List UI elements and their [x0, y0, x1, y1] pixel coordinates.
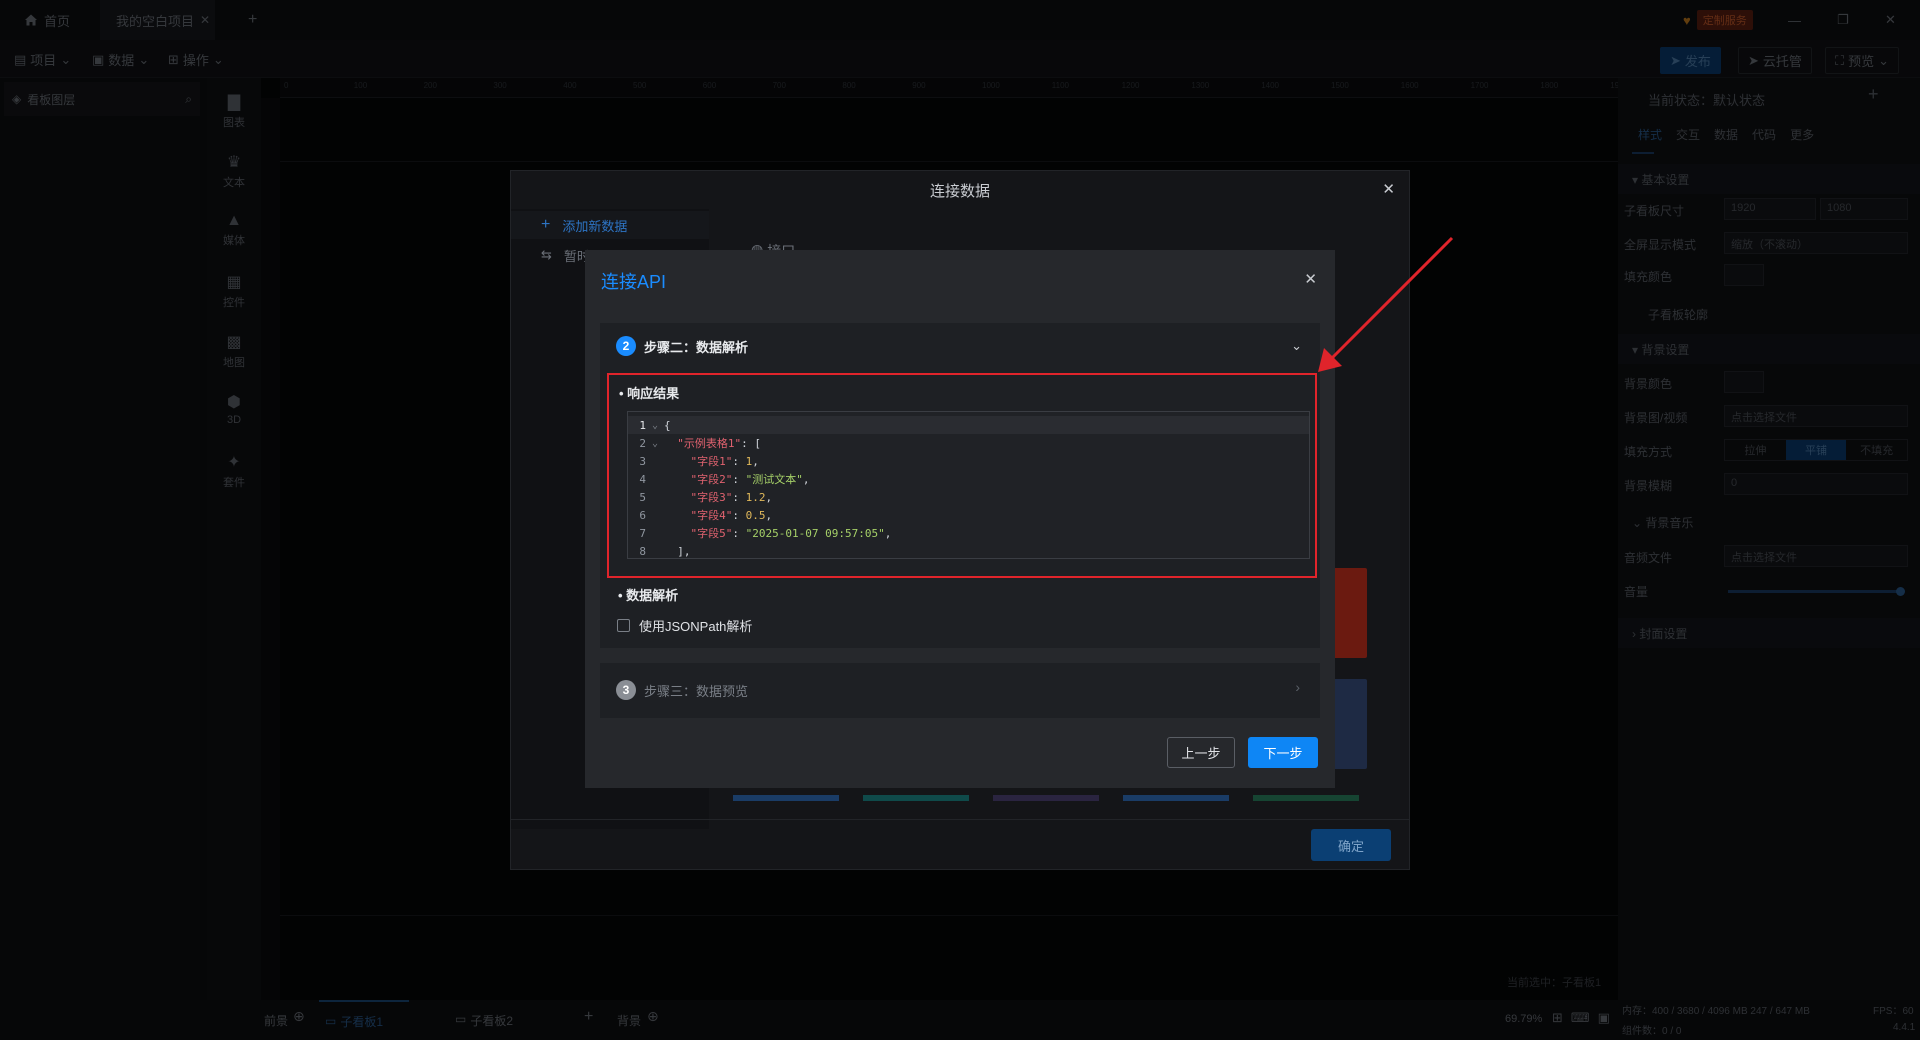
fold-icon[interactable]: ⌄ [652, 420, 664, 431]
response-code-editor[interactable]: 1 ⌄{2 ⌄ "示例表格1": [3 "字段1": 1, 4 "字段2": "测试文… [627, 411, 1310, 559]
code-line: 3 "字段1": 1, [628, 452, 1309, 470]
annotation-arrow [1318, 236, 1454, 372]
data-source-card[interactable] [733, 795, 839, 801]
json-value: "测试文本" [745, 473, 803, 486]
json-value: "2025-01-07 09:57:05" [745, 527, 885, 540]
plus-icon: + [541, 216, 551, 233]
code-content: "字段5": "2025-01-07 09:57:05", [690, 527, 892, 540]
fold-icon[interactable]: ⌄ [652, 438, 664, 449]
prev-step-button[interactable]: 上一步 [1167, 737, 1235, 768]
code-content: "字段2": "测试文本", [690, 473, 810, 486]
step2-number: 2 [616, 336, 636, 356]
code-content: "示例表格1": [ [664, 435, 761, 451]
outer-close-icon[interactable]: ✕ [1382, 180, 1395, 198]
line-number: 3 [639, 454, 646, 468]
line-number: 8 [639, 544, 646, 558]
swap-icon: ⇆ [541, 247, 552, 262]
response-label: • 响应结果 [619, 386, 680, 401]
step3-number: 3 [616, 680, 636, 700]
json-key: "字段5" [690, 527, 733, 540]
step3-card[interactable]: 3 步骤三：数据预览 › [600, 663, 1320, 718]
code-line: 6 "字段4": 0.5, [628, 506, 1309, 524]
jsonpath-checkbox[interactable] [617, 619, 630, 632]
code-punct: { [664, 418, 671, 432]
code-content: "字段3": 1.2, [690, 491, 773, 504]
parse-label-text: 数据解析 [626, 588, 679, 603]
line-number: 6 [639, 508, 646, 522]
code-content: ], [664, 544, 691, 558]
data-source-card[interactable] [1123, 795, 1229, 801]
code-line: 1 ⌄{ [628, 416, 1309, 434]
connect-data-title: 连接数据 [929, 182, 990, 200]
jsonpath-label: 使用JSONPath解析 [639, 619, 753, 634]
code-line: 2 ⌄ "示例表格1": [ [628, 434, 1309, 452]
add-new-data-label: 添加新数据 [562, 218, 628, 234]
line-number: 1 [639, 418, 646, 432]
jsonpath-option[interactable]: 使用JSONPath解析 [617, 616, 752, 635]
line-number: 7 [639, 526, 646, 540]
json-key: "示例表格1" [677, 437, 742, 450]
connect-api-title: 连接API [601, 272, 667, 292]
data-source-card[interactable] [1253, 795, 1359, 801]
chevron-right-icon[interactable]: › [1295, 679, 1300, 695]
code-content: "字段4": 0.5, [690, 509, 773, 522]
confirm-button[interactable]: 确定 [1311, 829, 1391, 861]
data-source-card[interactable] [1331, 568, 1367, 658]
json-key: "字段3" [690, 491, 733, 504]
code-punct: : [ [741, 437, 761, 450]
code-punct: ], [677, 544, 691, 558]
step3-title: 步骤三：数据预览 [644, 683, 749, 699]
line-number: 4 [639, 472, 646, 486]
step2-card: 2 步骤二：数据解析 ⌄ • 响应结果 1 ⌄{2 ⌄ "示例表格1": [3 "字… [600, 323, 1320, 648]
code-line: 4 "字段2": "测试文本", [628, 470, 1309, 488]
connect-api-dialog: 连接API ✕ 2 步骤二：数据解析 ⌄ • 响应结果 1 ⌄{2 ⌄ "示例表格1… [585, 250, 1335, 788]
json-key: "字段4" [690, 509, 733, 522]
line-number: 2 [639, 436, 646, 450]
add-new-data-item[interactable]: + 添加新数据 [511, 211, 709, 239]
code-content: "字段1": 1, [690, 455, 759, 468]
response-highlight-box: • 响应结果 1 ⌄{2 ⌄ "示例表格1": [3 "字段1": 1, 4 "字段2… [607, 373, 1317, 578]
parse-label: • 数据解析 [618, 588, 679, 603]
code-line: 8 ], [628, 542, 1309, 558]
json-value: 0.5 [745, 509, 766, 522]
chevron-down-icon[interactable]: ⌄ [1291, 338, 1302, 354]
code-line: 7 "字段5": "2025-01-07 09:57:05", [628, 524, 1309, 542]
code-line: 5 "字段3": 1.2, [628, 488, 1309, 506]
json-key: "字段2" [690, 473, 733, 486]
data-source-card[interactable] [863, 795, 969, 801]
step2-header[interactable]: 2 步骤二：数据解析 [616, 336, 748, 356]
response-label-text: 响应结果 [627, 386, 680, 401]
step2-title: 步骤二：数据解析 [644, 339, 749, 355]
json-value: 1.2 [745, 491, 766, 504]
line-number: 5 [639, 490, 646, 504]
data-source-card[interactable] [993, 795, 1099, 801]
next-step-button[interactable]: 下一步 [1248, 737, 1318, 768]
code-content: { [664, 419, 671, 432]
json-key: "字段1" [690, 455, 733, 468]
data-source-card[interactable] [1331, 679, 1367, 769]
